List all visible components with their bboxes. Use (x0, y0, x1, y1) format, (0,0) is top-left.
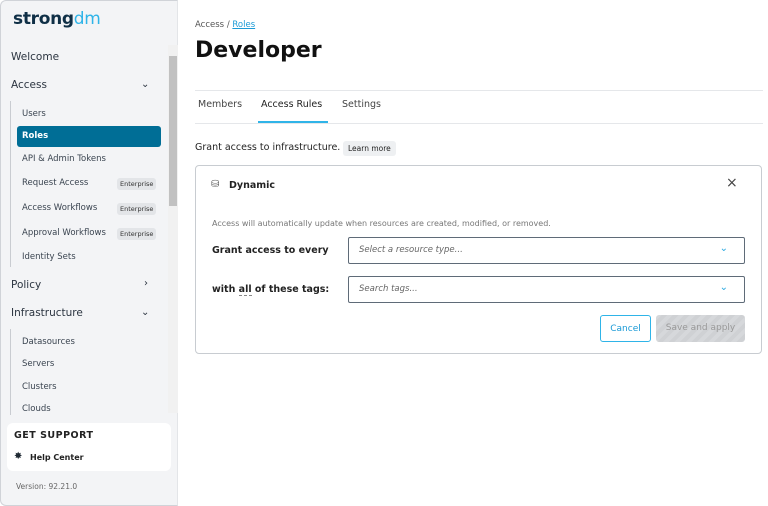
scrollbar-thumb[interactable] (169, 56, 177, 206)
chevron-down-icon[interactable]: ⌄ (141, 79, 149, 90)
cancel-button[interactable]: Cancel (600, 315, 651, 342)
card-title: Dynamic (229, 180, 276, 191)
close-icon[interactable]: × (726, 175, 738, 191)
enterprise-badge: Enterprise (117, 203, 157, 215)
resource-placeholder: Select a resource type... (359, 245, 463, 255)
tab-access-rules[interactable]: Access Rules (261, 99, 322, 110)
sidebar: strongdm Welcome Access ⌄ Users Roles AP… (0, 0, 178, 506)
chevron-down-icon: ⌄ (719, 282, 728, 293)
chevron-down-icon: ⌄ (719, 243, 728, 254)
version-text: Version: 92.21.0 (16, 482, 78, 491)
page-title: Developer (195, 38, 322, 63)
nav-access-workflows[interactable]: Access Workflows (22, 203, 97, 213)
tab-settings[interactable]: Settings (342, 99, 381, 110)
resource-type-select[interactable]: Select a resource type... ⌄ (348, 237, 745, 264)
strongdm-logo[interactable]: strongdm (13, 9, 101, 29)
grant-label: Grant access to every (212, 245, 329, 256)
dynamic-icon: ⛁ (211, 179, 220, 190)
divider (195, 90, 763, 91)
tab-members[interactable]: Members (198, 99, 242, 110)
learn-more-button[interactable]: Learn more (343, 141, 396, 156)
breadcrumb-access[interactable]: Access (195, 20, 224, 30)
intro-text: Grant access to infrastructure. (195, 142, 341, 153)
nav-servers[interactable]: Servers (22, 359, 54, 369)
nav-clouds[interactable]: Clouds (22, 404, 51, 414)
breadcrumb-roles[interactable]: Roles (232, 20, 255, 30)
tags-search-input[interactable]: Search tags... ⌄ (348, 276, 745, 303)
nav-infrastructure[interactable]: Infrastructure (11, 307, 83, 319)
save-and-apply-button[interactable]: Save and apply (656, 315, 745, 342)
card-description: Access will automatically update when re… (212, 219, 551, 228)
breadcrumb: Access / Roles (195, 20, 255, 30)
nav-policy[interactable]: Policy (11, 279, 41, 291)
nav-api-tokens[interactable]: API & Admin Tokens (22, 154, 106, 164)
nav-approval-workflows[interactable]: Approval Workflows (22, 228, 106, 238)
all-tooltip-term[interactable]: all (238, 284, 252, 296)
nav-clusters[interactable]: Clusters (22, 382, 57, 392)
nav-identity-sets[interactable]: Identity Sets (22, 252, 76, 262)
nav-welcome[interactable]: Welcome (11, 51, 59, 63)
tags-label: with all of these tags: (212, 284, 330, 296)
nav-roles-label[interactable]: Roles (22, 131, 48, 141)
divider (10, 101, 11, 267)
nav-request-access[interactable]: Request Access (22, 178, 88, 188)
support-box: GET SUPPORT ✸ Help Center (7, 423, 171, 471)
help-center-icon: ✸ (14, 451, 23, 462)
support-title: GET SUPPORT (14, 430, 94, 441)
help-center-link[interactable]: Help Center (30, 453, 84, 462)
enterprise-badge: Enterprise (117, 178, 157, 190)
nav-access[interactable]: Access (11, 79, 47, 91)
divider (10, 329, 11, 415)
nav-datasources[interactable]: Datasources (22, 337, 75, 347)
chevron-down-icon[interactable]: ⌄ (141, 307, 149, 318)
divider (195, 123, 763, 124)
chevron-right-icon[interactable]: › (144, 278, 148, 289)
enterprise-badge: Enterprise (117, 228, 157, 240)
nav-users[interactable]: Users (22, 109, 46, 119)
tags-placeholder: Search tags... (359, 284, 418, 294)
breadcrumb-separator: / (226, 20, 230, 30)
